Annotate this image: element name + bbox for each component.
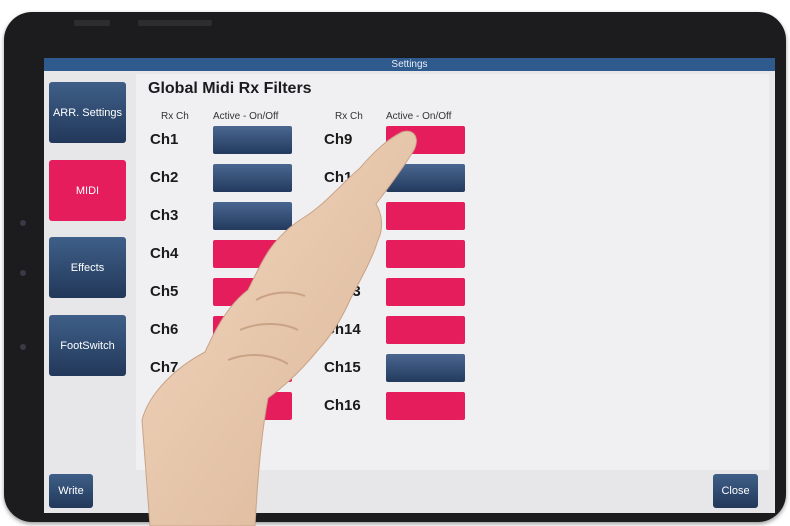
app-screen: Settings ARR. Settings MIDI Effects Foot… [44, 58, 775, 513]
camera-dot [20, 220, 26, 226]
close-button[interactable]: Close [713, 474, 758, 508]
channel-label: Ch12 [324, 245, 361, 262]
channel-label: Ch11 [324, 207, 360, 224]
channel-label: Ch15 [324, 359, 361, 376]
channel-toggle-ch16[interactable] [386, 392, 465, 420]
channel-label: Ch7 [150, 359, 179, 376]
channel-toggle-ch13[interactable] [386, 278, 465, 306]
volume-key [138, 20, 212, 26]
page-title: Global Midi Rx Filters [148, 80, 312, 97]
channel-label: Ch5 [150, 283, 179, 300]
midi-filter-panel: Global Midi Rx Filters Rx Ch Active - On… [136, 74, 769, 470]
sensor-dot [20, 270, 26, 276]
channel-label: Ch4 [150, 245, 179, 262]
channel-toggle-ch2[interactable] [213, 164, 292, 192]
channel-toggle-ch7[interactable] [213, 354, 292, 382]
column-header-active-2: Active - On/Off [386, 111, 452, 122]
sidebar-item-arr-settings[interactable]: ARR. Settings [49, 82, 126, 143]
channel-label: Ch2 [150, 169, 179, 186]
channel-toggle-ch12[interactable] [386, 240, 465, 268]
channel-toggle-ch4[interactable] [213, 240, 292, 268]
sensor-dot-2 [20, 344, 26, 350]
column-header-rx-ch-2: Rx Ch [335, 111, 363, 122]
channel-label: Ch3 [150, 207, 179, 224]
window-title: Settings [44, 58, 775, 71]
sidebar-item-midi[interactable]: MIDI [49, 160, 126, 221]
channel-toggle-ch3[interactable] [213, 202, 292, 230]
column-header-active: Active - On/Off [213, 111, 279, 122]
tablet-device: Settings ARR. Settings MIDI Effects Foot… [4, 12, 786, 522]
channel-toggle-ch10[interactable] [386, 164, 465, 192]
channel-toggle-ch15[interactable] [386, 354, 465, 382]
channel-toggle-ch8[interactable] [213, 392, 292, 420]
column-header-rx-ch: Rx Ch [161, 111, 189, 122]
channel-label: Ch6 [150, 321, 179, 338]
power-key [74, 20, 110, 26]
write-button[interactable]: Write [49, 474, 93, 508]
channel-toggle-ch5[interactable] [213, 278, 292, 306]
sidebar-item-effects[interactable]: Effects [49, 237, 126, 298]
channel-toggle-ch1[interactable] [213, 126, 292, 154]
channel-toggle-ch11[interactable] [386, 202, 465, 230]
channel-label: Ch8 [150, 397, 179, 414]
channel-label: Ch10 [324, 169, 361, 186]
channel-toggle-ch6[interactable] [213, 316, 292, 344]
channel-label: Ch1 [150, 131, 179, 148]
sidebar-item-footswitch[interactable]: FootSwitch [49, 315, 126, 376]
channel-label: Ch14 [324, 321, 361, 338]
channel-label: Ch9 [324, 131, 353, 148]
channel-label: Ch13 [324, 283, 361, 300]
channel-toggle-ch14[interactable] [386, 316, 465, 344]
channel-toggle-ch9[interactable] [386, 126, 465, 154]
channel-label: Ch16 [324, 397, 361, 414]
